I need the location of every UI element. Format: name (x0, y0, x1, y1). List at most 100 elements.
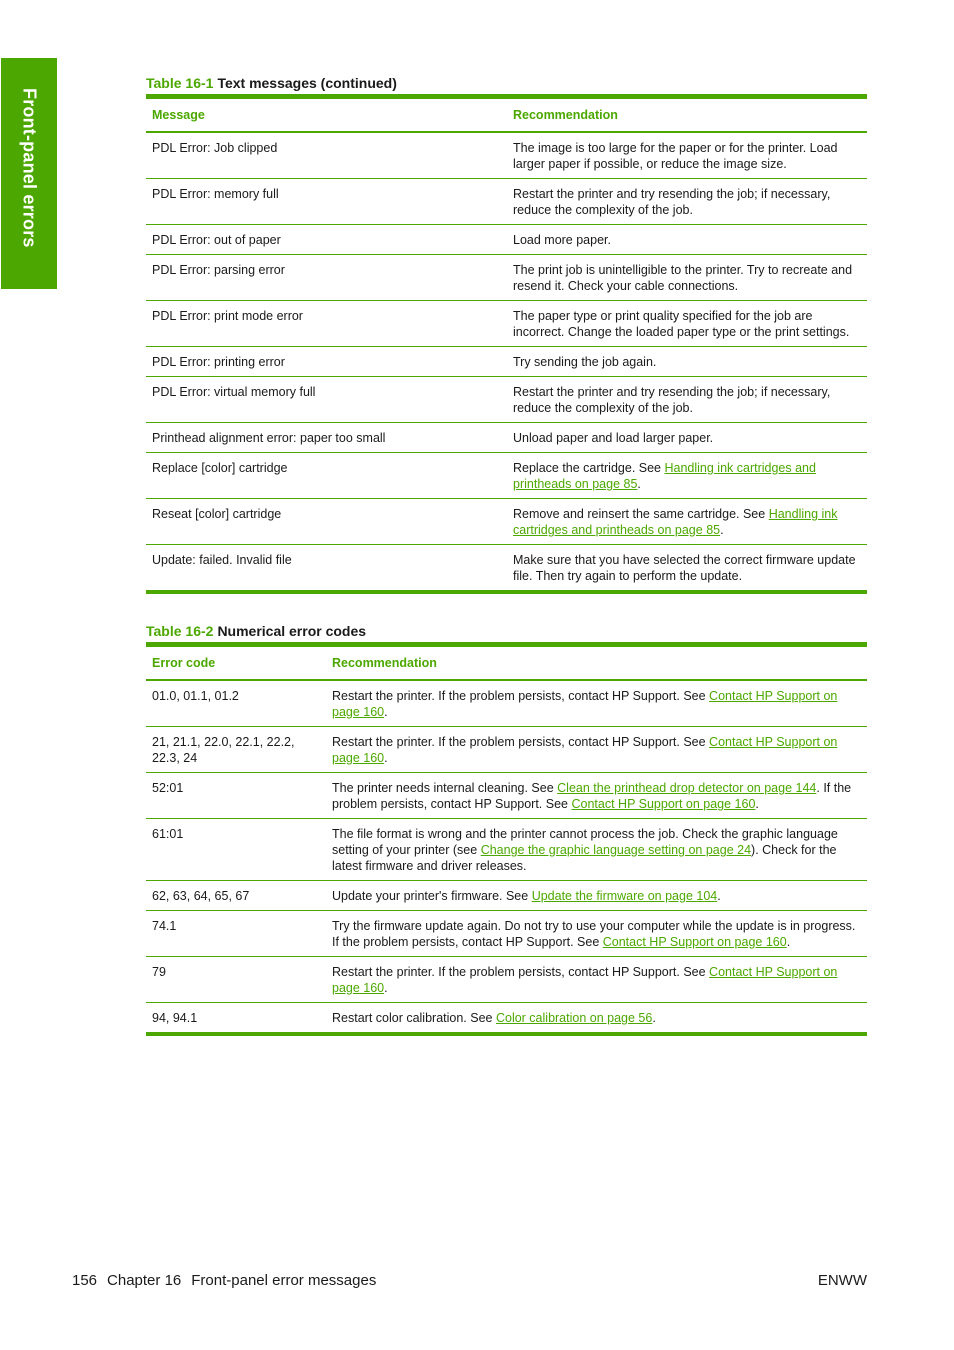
recommendation-cell: The printer needs internal cleaning. See… (326, 772, 867, 819)
table-header-row: Error code Recommendation (146, 642, 867, 681)
recommendation-text: . (384, 705, 388, 719)
cross-reference-link[interactable]: Clean the printhead drop detector on pag… (557, 781, 816, 795)
recommendation-text: Replace the cartridge. See (513, 461, 665, 475)
error-code-cell: 94, 94.1 (146, 1002, 326, 1036)
recommendation-cell: Restart the printer and try resending th… (507, 376, 867, 423)
table-row: 52:01 The printer needs internal cleaning… (146, 772, 867, 819)
table-row: 61:01 The file format is wrong and the pr… (146, 818, 867, 881)
recommendation-text: Make sure that you have selected the cor… (513, 553, 856, 583)
recommendation-text: Restart the printer. If the problem pers… (332, 965, 710, 979)
table-row: PDL Error: out of paper Load more paper. (146, 224, 867, 255)
recommendation-text: . (755, 797, 759, 811)
cross-reference-link[interactable]: Contact HP Support on page 160 (603, 935, 787, 949)
recommendation-text: . (637, 477, 641, 491)
table-title: Text messages (continued) (217, 75, 397, 91)
recommendation-text: Restart color calibration. See (332, 1011, 496, 1025)
recommendation-cell: Try the firmware update again. Do not tr… (326, 910, 867, 957)
recommendation-text: Remove and reinsert the same cartridge. … (513, 507, 769, 521)
table-caption: Table 16-1 Text messages (continued) (146, 74, 867, 94)
recommendation-text: . (652, 1011, 656, 1025)
error-code-cell: 52:01 (146, 772, 326, 819)
recommendation-text: The print job is unintelligible to the p… (513, 263, 853, 293)
table-row: 94, 94.1 Restart color calibration. See C… (146, 1002, 867, 1036)
table-numerical-error-codes: Table 16-2 Numerical error codes Error co… (146, 622, 867, 1036)
table-text-messages: Table 16-1 Text messages (continued) Mess… (146, 74, 867, 594)
error-codes-table: Error code Recommendation 01.0, 01.1, 01… (146, 642, 867, 1036)
recommendation-cell: The file format is wrong and the printer… (326, 818, 867, 881)
message-cell: Printhead alignment error: paper too sma… (146, 422, 507, 453)
section-thumb-tab: Front-panel errors (1, 58, 57, 289)
recommendation-cell: The image is too large for the paper or … (507, 132, 867, 179)
table-row: PDL Error: print mode error The paper typ… (146, 300, 867, 347)
message-cell: PDL Error: memory full (146, 178, 507, 225)
message-cell: PDL Error: print mode error (146, 300, 507, 347)
recommendation-text: Restart the printer. If the problem pers… (332, 689, 710, 703)
column-header-message: Message (146, 94, 507, 133)
recommendation-cell: Restart the printer and try resending th… (507, 178, 867, 225)
recommendation-text: Update your printer's firmware. See (332, 889, 532, 903)
recommendation-cell: Load more paper. (507, 224, 867, 255)
cross-reference-link[interactable]: Contact HP Support on page 160 (571, 797, 755, 811)
recommendation-text: Unload paper and load larger paper. (513, 431, 714, 445)
page-number: 156 (72, 1272, 98, 1289)
recommendation-text: Restart the printer and try resending th… (513, 385, 831, 415)
recommendation-text: The image is too large for the paper or … (513, 141, 838, 171)
error-code-cell: 79 (146, 956, 326, 1003)
chapter-title: Front-panel error messages (191, 1272, 377, 1289)
cross-reference-link[interactable]: Update the firmware on page 104 (532, 889, 718, 903)
table-caption: Table 16-2 Numerical error codes (146, 622, 867, 642)
message-cell: PDL Error: virtual memory full (146, 376, 507, 423)
recommendation-cell: Update your printer's firmware. See Upda… (326, 880, 867, 911)
recommendation-text: . (384, 751, 388, 765)
message-cell: PDL Error: parsing error (146, 254, 507, 301)
table-row: 79 Restart the printer. If the problem pe… (146, 956, 867, 1003)
table-row: Printhead alignment error: paper too sma… (146, 422, 867, 453)
column-header-recommendation: Recommendation (326, 642, 867, 681)
table-row: 21, 21.1, 22.0, 22.1, 22.2, 22.3, 24 Rest… (146, 726, 867, 773)
table-title: Numerical error codes (217, 623, 367, 639)
table-row: Update: failed. Invalid file Make sure th… (146, 544, 867, 594)
error-code-cell: 62, 63, 64, 65, 67 (146, 880, 326, 911)
section-thumb-label: Front-panel errors (19, 88, 40, 248)
message-cell: Reseat [color] cartridge (146, 498, 507, 545)
recommendation-text: Load more paper. (513, 233, 611, 247)
page-footer: 156 Chapter 16 Front-panel error messages … (72, 1272, 867, 1289)
error-code-cell: 61:01 (146, 818, 326, 881)
recommendation-cell: Restart the printer. If the problem pers… (326, 956, 867, 1003)
recommendation-cell: The print job is unintelligible to the p… (507, 254, 867, 301)
table-row: PDL Error: virtual memory full Restart th… (146, 376, 867, 423)
error-code-cell: 74.1 (146, 910, 326, 957)
locale-code: ENWW (817, 1272, 867, 1289)
recommendation-cell: Remove and reinsert the same cartridge. … (507, 498, 867, 545)
table-row: 01.0, 01.1, 01.2 Restart the printer. If … (146, 680, 867, 727)
recommendation-cell: Replace the cartridge. See Handling ink … (507, 452, 867, 499)
table-header-row: Message Recommendation (146, 94, 867, 133)
recommendation-text: The printer needs internal cleaning. See (332, 781, 558, 795)
recommendation-cell: Try sending the job again. (507, 346, 867, 377)
recommendation-text: Restart the printer. If the problem pers… (332, 735, 710, 749)
text-messages-table: Message Recommendation PDL Error: Job cl… (146, 94, 867, 594)
recommendation-text: . (384, 981, 388, 995)
error-code-cell: 21, 21.1, 22.0, 22.1, 22.2, 22.3, 24 (146, 726, 326, 773)
message-cell: PDL Error: printing error (146, 346, 507, 377)
table-row: 62, 63, 64, 65, 67 Update your printer's … (146, 880, 867, 911)
table-row: Replace [color] cartridge Replace the car… (146, 452, 867, 499)
table-row: 74.1 Try the firmware update again. Do no… (146, 910, 867, 957)
recommendation-cell: Restart the printer. If the problem pers… (326, 680, 867, 727)
table-row: PDL Error: memory full Restart the printe… (146, 178, 867, 225)
recommendation-text: Restart the printer and try resending th… (513, 187, 831, 217)
recommendation-text: . (717, 889, 721, 903)
table-row: PDL Error: parsing error The print job is… (146, 254, 867, 301)
error-code-cell: 01.0, 01.1, 01.2 (146, 680, 326, 727)
cross-reference-link[interactable]: Color calibration on page 56 (496, 1011, 652, 1025)
recommendation-cell: Make sure that you have selected the cor… (507, 544, 867, 594)
recommendation-text: . (786, 935, 791, 949)
table-row: PDL Error: Job clipped The image is too l… (146, 132, 867, 179)
table-row: PDL Error: printing error Try sending the… (146, 346, 867, 377)
recommendation-text: The paper type or print quality specifie… (513, 309, 850, 339)
message-cell: Replace [color] cartridge (146, 452, 507, 499)
recommendation-cell: Restart color calibration. See Color cal… (326, 1002, 867, 1036)
message-cell: PDL Error: Job clipped (146, 132, 507, 179)
table-number: Table 16-2 (146, 623, 214, 639)
cross-reference-link[interactable]: Change the graphic language setting on p… (481, 843, 751, 857)
